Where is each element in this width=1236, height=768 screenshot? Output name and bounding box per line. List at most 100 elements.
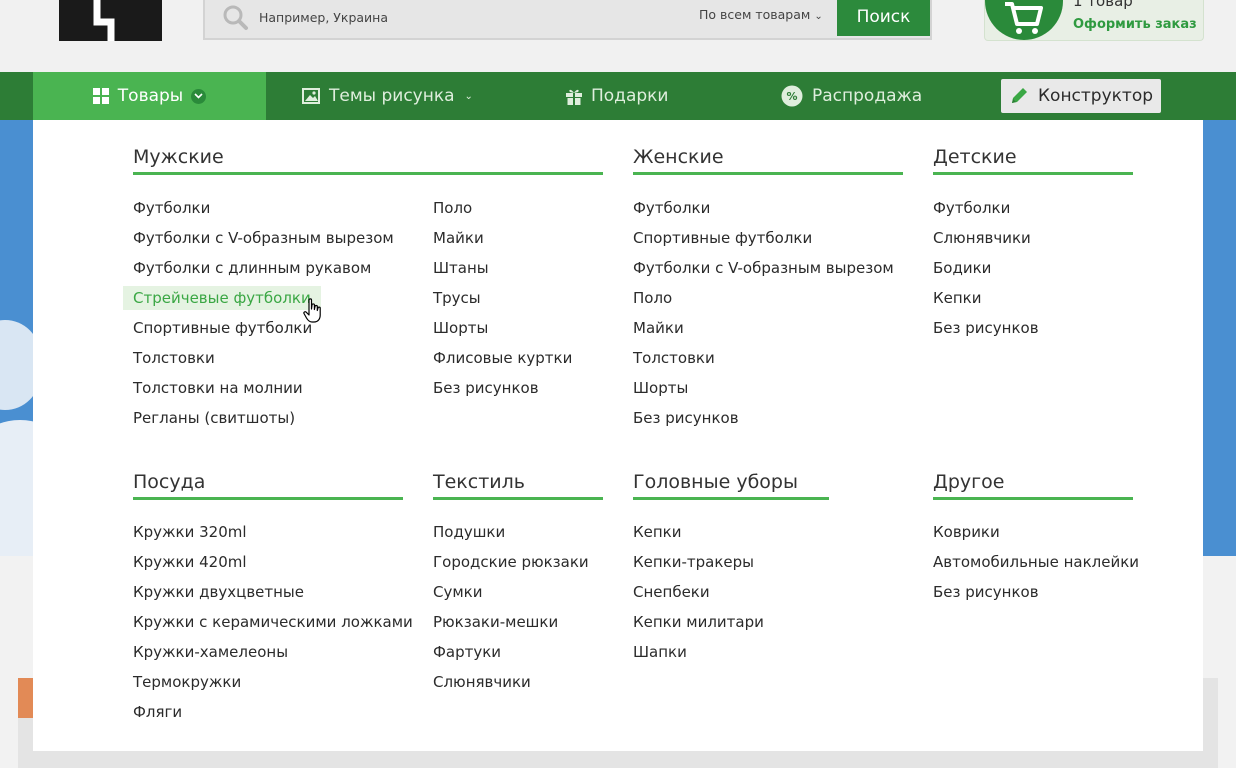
menu-item[interactable]: Поло (433, 193, 603, 223)
menu-item[interactable]: Кружки 320ml (133, 517, 433, 547)
menu-item-label: Термокружки (133, 673, 242, 691)
menu-item[interactable]: Автомобильные наклейки (933, 547, 1139, 577)
site-header: По всем товарам⌄ Поиск 1 товар Оформить … (0, 0, 1236, 72)
menu-item[interactable]: Кепки-тракеры (633, 547, 829, 577)
menu-item[interactable]: Шорты (633, 373, 903, 403)
search-button[interactable]: Поиск (837, 0, 930, 36)
menu-item-label: Футболки с V-образным вырезом (133, 229, 394, 247)
search-scope-label: По всем товарам (699, 7, 811, 22)
menu-item[interactable]: Майки (633, 313, 903, 343)
cart-icon (1005, 2, 1043, 34)
menu-section-title[interactable]: Текстиль (433, 467, 603, 500)
menu-list: Коврики Автомобильные наклейки Без рисун… (933, 517, 1139, 607)
constructor-button[interactable]: Конструктор (1001, 79, 1161, 113)
menu-item[interactable]: Спортивные футболки (133, 313, 433, 343)
nav-gifts[interactable]: Подарки (566, 72, 668, 120)
menu-item[interactable]: Футболки (933, 193, 1133, 223)
site-logo[interactable] (59, 0, 162, 41)
menu-item[interactable]: Кепки (633, 517, 829, 547)
menu-section-title[interactable]: Головные уборы (633, 467, 829, 500)
menu-item[interactable]: Толстовки (633, 343, 903, 373)
menu-item[interactable]: Подушки (433, 517, 603, 547)
menu-item-hovered[interactable]: Стрейчевые футболки (123, 283, 433, 313)
menu-item[interactable]: Слюнявчики (433, 667, 603, 697)
image-icon (302, 88, 320, 104)
menu-section-title[interactable]: Детские (933, 142, 1133, 175)
menu-item[interactable]: Шапки (633, 637, 829, 667)
menu-item-label: Без рисунков (933, 583, 1039, 601)
menu-item[interactable]: Регланы (свитшоты) (133, 403, 433, 433)
nav-products[interactable]: Товары (33, 72, 266, 120)
menu-item[interactable]: Рюкзаки-мешки (433, 607, 603, 637)
menu-item-label: Кепки (633, 523, 682, 541)
menu-item[interactable]: Кружки двухцветные (133, 577, 433, 607)
menu-item[interactable]: Термокружки (133, 667, 433, 697)
menu-item[interactable]: Кружки-хамелеоны (133, 637, 433, 667)
menu-item-label: Подушки (433, 523, 506, 541)
menu-item[interactable]: Кружки с керамическими ложками (133, 607, 433, 637)
menu-section-title[interactable]: Другое (933, 467, 1133, 500)
menu-item[interactable]: Спортивные футболки (633, 223, 903, 253)
menu-item[interactable]: Поло (633, 283, 903, 313)
pencil-icon (1009, 86, 1029, 106)
main-nav: Товары Темы рисунка ⌄ Подарки % Распрода… (0, 72, 1236, 120)
menu-item[interactable]: Коврики (933, 517, 1133, 547)
menu-item-label: Шорты (633, 379, 689, 397)
menu-item-label: Автомобильные наклейки (933, 553, 1140, 571)
menu-item[interactable]: Снепбеки (633, 577, 829, 607)
menu-section-title[interactable]: Посуда (133, 467, 403, 500)
menu-item-label: Кепки милитари (633, 613, 764, 631)
menu-item[interactable]: Бодики (933, 253, 1133, 283)
menu-item[interactable]: Городские рюкзаки (433, 547, 603, 577)
menu-item[interactable]: Трусы (433, 283, 603, 313)
cart-widget[interactable]: 1 товар Оформить заказ (984, 0, 1204, 41)
menu-item[interactable]: Без рисунков (433, 373, 603, 403)
menu-item-label: Стрейчевые футболки (123, 286, 321, 310)
menu-item[interactable]: Фляги (133, 697, 433, 727)
menu-item-label: Поло (433, 199, 473, 217)
menu-item[interactable]: Без рисунков (933, 313, 1133, 343)
chevron-down-icon (191, 88, 207, 104)
menu-item[interactable]: Сумки (433, 577, 603, 607)
menu-item[interactable]: Без рисунков (633, 403, 903, 433)
menu-section-dishes: Посуда Кружки 320ml Кружки 420ml Кружки … (133, 467, 413, 721)
menu-item[interactable]: Футболки с V-образным вырезом (133, 223, 433, 253)
menu-item-label: Слюнявчики (433, 673, 531, 691)
menu-section-title[interactable]: Женские (633, 142, 903, 175)
menu-item[interactable]: Без рисунков (933, 577, 1133, 607)
menu-item-label: Кружки 320ml (133, 523, 247, 541)
search-scope-select[interactable]: По всем товарам ⌄ (699, 7, 823, 22)
menu-item-label: Футболки (933, 199, 1011, 217)
menu-item[interactable]: Шорты (433, 313, 603, 343)
menu-item[interactable]: Слюнявчики (933, 223, 1133, 253)
constructor-label: Конструктор (1037, 86, 1154, 106)
menu-item-label: Шорты (433, 319, 489, 337)
menu-item-label: Толстовки (633, 349, 715, 367)
search-input[interactable] (257, 3, 681, 31)
menu-item-label: Футболки (133, 199, 211, 217)
menu-item-label: Без рисунков (633, 409, 739, 427)
menu-item[interactable]: Кружки 420ml (133, 547, 433, 577)
menu-item[interactable]: Футболки с длинным рукавом (133, 253, 433, 283)
menu-item-label: Фартуки (433, 643, 502, 661)
nav-sale[interactable]: % Распродажа (781, 72, 922, 120)
menu-item[interactable]: Толстовки (133, 343, 433, 373)
menu-item[interactable]: Майки (433, 223, 603, 253)
menu-item[interactable]: Штаны (433, 253, 603, 283)
menu-item-label: Поло (633, 289, 673, 307)
menu-item[interactable]: Толстовки на молнии (133, 373, 433, 403)
menu-item[interactable]: Кепки милитари (633, 607, 829, 637)
grid-icon (92, 88, 109, 104)
checkout-link[interactable]: Оформить заказ (1073, 17, 1197, 32)
menu-item[interactable]: Футболки с V-образным вырезом (633, 253, 903, 283)
menu-item[interactable]: Футболки (133, 193, 433, 223)
menu-item[interactable]: Футболки (633, 193, 903, 223)
percent-badge-icon: % (781, 85, 803, 107)
menu-list: Футболки Футболки с V-образным вырезом Ф… (123, 193, 433, 433)
menu-item[interactable]: Флисовые куртки (433, 343, 603, 373)
menu-item[interactable]: Фартуки (433, 637, 603, 667)
menu-item-label: Футболки с длинным рукавом (133, 259, 372, 277)
nav-themes[interactable]: Темы рисунка ⌄ (302, 72, 473, 120)
menu-section-title[interactable]: Мужские (133, 142, 603, 175)
menu-item[interactable]: Кепки (933, 283, 1133, 313)
